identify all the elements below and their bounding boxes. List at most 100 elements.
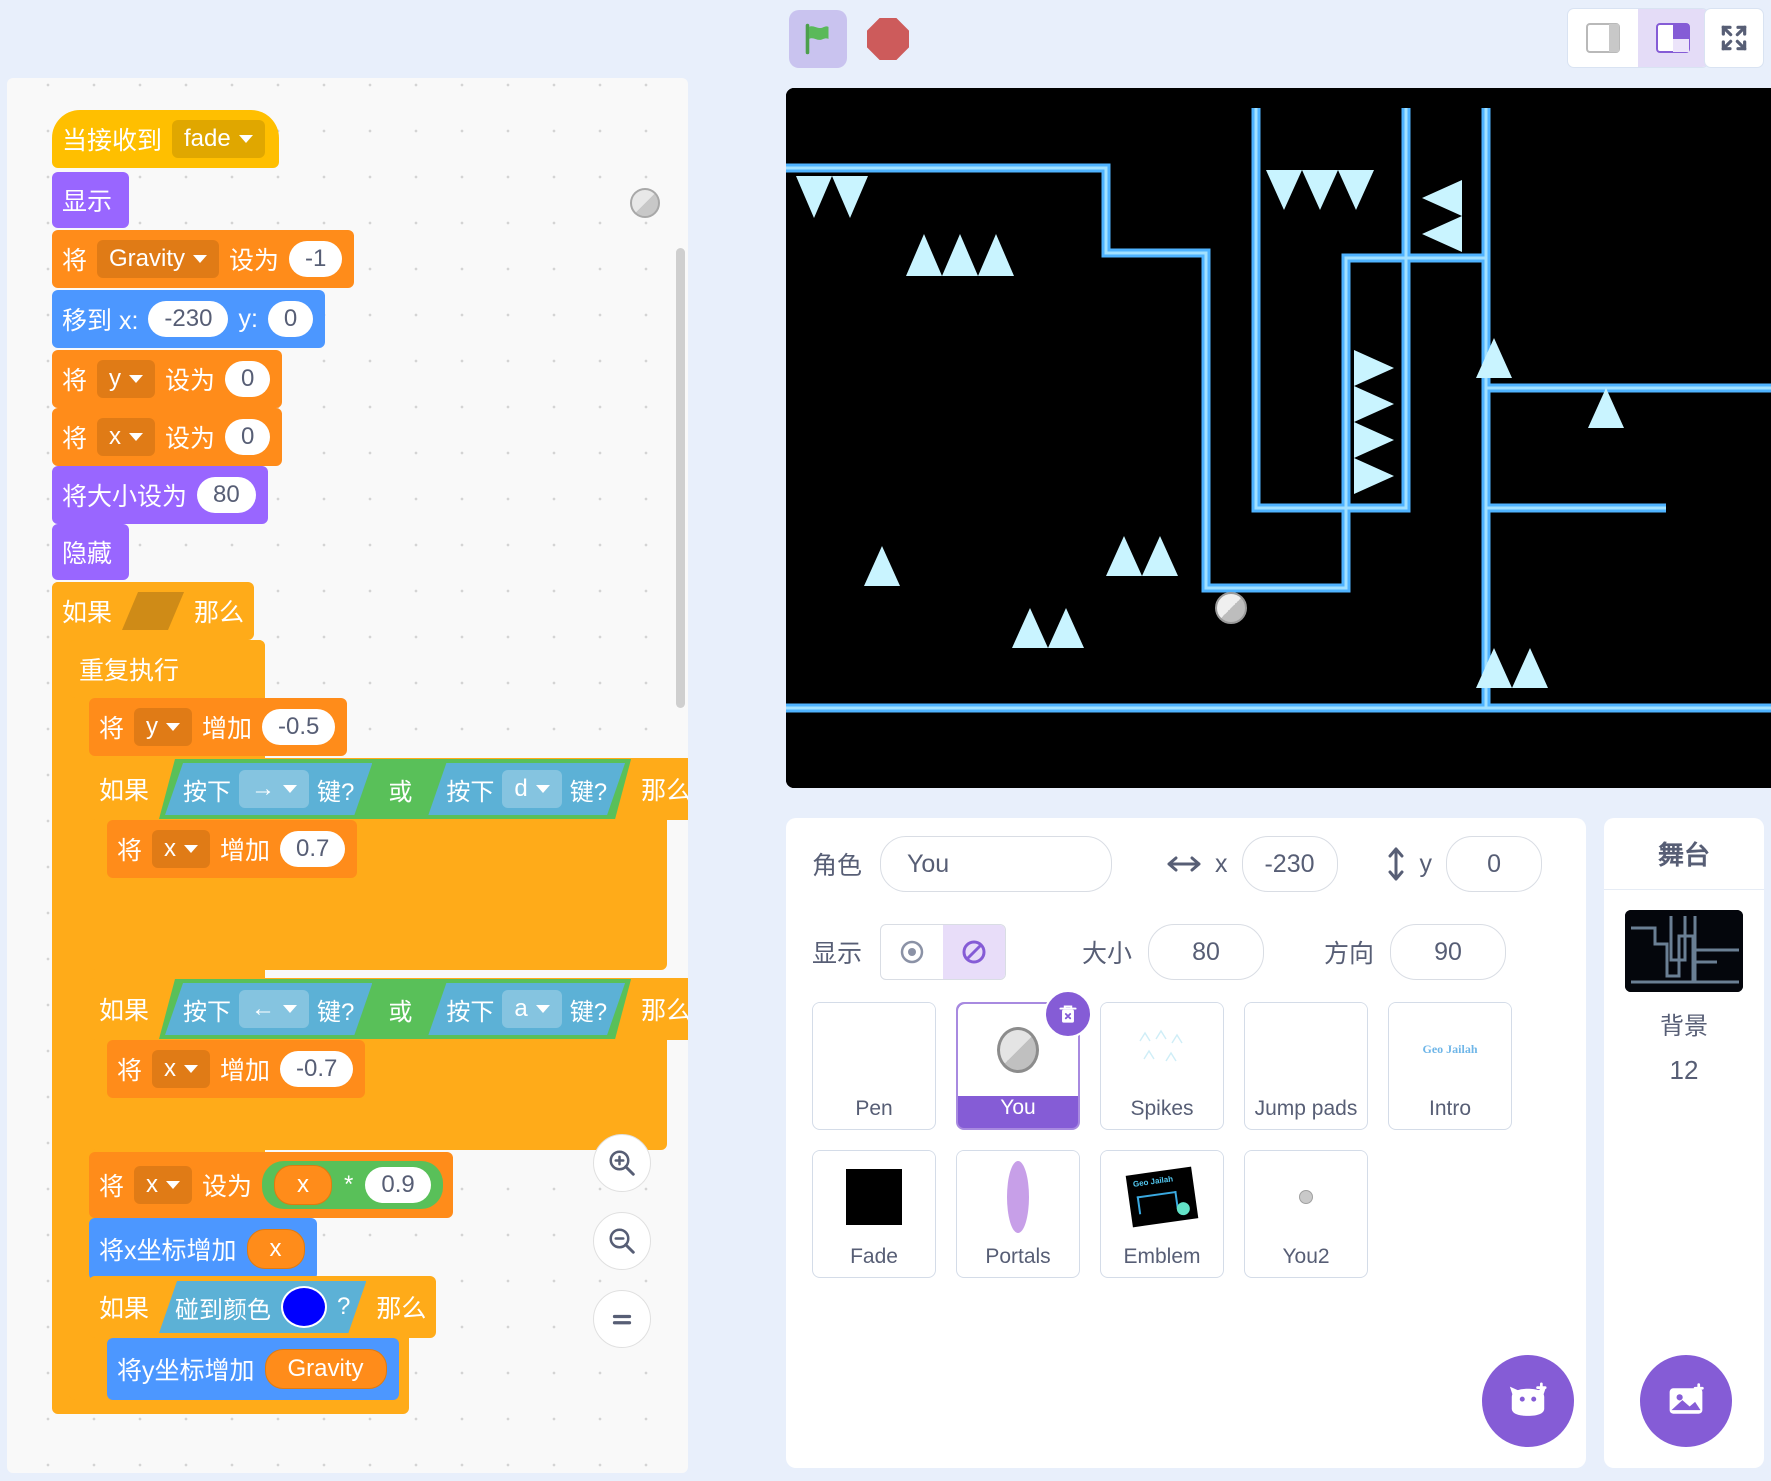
stop-button[interactable] xyxy=(866,17,910,61)
variable-dropdown[interactable]: y xyxy=(97,360,155,398)
or-operator[interactable]: 按下 ← 键? 或 按下 a 键? xyxy=(159,979,631,1039)
sprite-card-fade[interactable]: Fade xyxy=(812,1150,936,1278)
multiply-operator[interactable]: x * 0.9 xyxy=(262,1161,443,1209)
large-stage-layout-button[interactable] xyxy=(1638,9,1708,67)
key-dropdown[interactable]: a xyxy=(502,990,561,1028)
sprite-y-input[interactable]: 0 xyxy=(1446,836,1542,892)
message-dropdown[interactable]: fade xyxy=(172,120,265,158)
color-swatch[interactable] xyxy=(281,1286,327,1328)
sprite-x-input[interactable]: -230 xyxy=(1242,836,1338,892)
y-input[interactable]: 0 xyxy=(268,301,313,337)
sprite-card-portals[interactable]: Portals xyxy=(956,1150,1080,1278)
variable-dropdown[interactable]: x xyxy=(134,1166,192,1204)
variable-dropdown[interactable]: y xyxy=(134,708,192,746)
block-show[interactable]: 显示 xyxy=(52,172,129,228)
block-goto-xy[interactable]: 移到 x: -230 y: 0 xyxy=(52,290,325,348)
sprite-direction-input[interactable]: 90 xyxy=(1390,924,1506,980)
sprite-list: Pen You xyxy=(786,994,1586,1286)
zoom-out-icon xyxy=(607,1226,637,1256)
block-change-x-minus[interactable]: 将 x 增加 -0.7 xyxy=(107,1040,365,1098)
backdrop-thumbnail[interactable] xyxy=(1625,910,1743,992)
show-sprite-button[interactable] xyxy=(881,925,943,979)
value-input[interactable]: 0 xyxy=(225,419,270,455)
block-set-gravity[interactable]: 将 Gravity 设为 -1 xyxy=(52,230,354,288)
x-input[interactable]: -230 xyxy=(148,301,228,337)
fullscreen-button[interactable] xyxy=(1705,9,1763,67)
green-flag-icon xyxy=(800,21,836,57)
add-sprite-button[interactable] xyxy=(1482,1355,1574,1447)
key-dropdown[interactable]: → xyxy=(239,770,309,808)
block-set-size[interactable]: 将大小设为 80 xyxy=(52,466,268,524)
chevron-down-icon xyxy=(166,1181,180,1189)
chevron-down-icon xyxy=(536,1005,550,1013)
block-label: 将大小设为 xyxy=(52,477,197,513)
block-if-left-header[interactable]: 如果 按下 ← 键? 或 按下 a 键? 那么 xyxy=(89,978,688,1040)
block-if-header[interactable]: 如果 那么 xyxy=(52,582,254,640)
block-set-x-multiply[interactable]: 将 x 设为 x * 0.9 xyxy=(89,1152,453,1218)
key-dropdown[interactable]: ← xyxy=(239,990,309,1028)
value-input[interactable]: -1 xyxy=(289,241,342,277)
block-change-y-var[interactable]: 将 y 增加 -0.5 xyxy=(89,698,347,756)
vertical-arrow-icon xyxy=(1386,847,1406,881)
block-if-color-header[interactable]: 如果 碰到颜色 ? 那么 xyxy=(89,1276,436,1338)
stage-display[interactable] xyxy=(786,88,1771,788)
stage-size-toggle-group xyxy=(1568,9,1708,67)
small-stage-layout-button[interactable] xyxy=(1568,9,1638,67)
key-pressed-right[interactable]: 按下 → 键? xyxy=(165,763,372,815)
variable-dropdown[interactable]: Gravity xyxy=(97,240,219,278)
or-operator[interactable]: 按下 → 键? 或 按下 d 键? xyxy=(159,759,631,819)
chevron-down-icon xyxy=(283,785,297,793)
sprite-card-you[interactable]: You xyxy=(956,1002,1080,1130)
key-pressed-left[interactable]: 按下 ← 键? xyxy=(165,983,372,1035)
empty-condition-slot[interactable] xyxy=(122,592,184,630)
green-flag-button[interactable] xyxy=(789,10,847,68)
block-set-y-var[interactable]: 将 y 设为 0 xyxy=(52,350,282,408)
value-input[interactable]: 0 xyxy=(225,361,270,397)
touching-color-condition[interactable]: 碰到颜色 ? xyxy=(159,1281,366,1333)
block-when-receive[interactable]: 当接收到 fade xyxy=(52,110,279,168)
sprite-name-input[interactable]: You xyxy=(880,836,1112,892)
sprite-thumbnail xyxy=(1101,1003,1223,1095)
value-input[interactable]: 0.7 xyxy=(280,831,345,867)
sprite-card-you2[interactable]: You2 xyxy=(1244,1150,1368,1278)
block-forever-header[interactable]: 重复执行 xyxy=(69,640,265,698)
block-change-x-by[interactable]: 将x坐标增加 x xyxy=(89,1218,317,1280)
block-set-x-var[interactable]: 将 x 设为 0 xyxy=(52,408,282,466)
variable-dropdown[interactable]: x xyxy=(152,830,210,868)
sprite-size-input[interactable]: 80 xyxy=(1148,924,1264,980)
variable-x-reporter[interactable]: x xyxy=(274,1165,332,1205)
key-pressed-d[interactable]: 按下 d 键? xyxy=(428,763,625,815)
key-pressed-a[interactable]: 按下 a 键? xyxy=(428,983,625,1035)
trash-icon xyxy=(1055,1001,1081,1027)
sprite-card-intro[interactable]: Geo Jailah Intro xyxy=(1388,1002,1512,1130)
block-hide[interactable]: 隐藏 xyxy=(52,524,129,580)
sprite-card-jump-pads[interactable]: Jump pads xyxy=(1244,1002,1368,1130)
hide-sprite-button[interactable] xyxy=(943,925,1005,979)
variable-dropdown[interactable]: x xyxy=(152,1050,210,1088)
emblem-card-icon: Geo Jailah xyxy=(1126,1167,1199,1228)
stage-panel-body[interactable]: 背景 12 xyxy=(1604,890,1764,1086)
block-change-x-plus[interactable]: 将 x 增加 0.7 xyxy=(107,820,357,878)
block-if-right-header[interactable]: 如果 按下 → 键? 或 按下 d 键? 那么 xyxy=(89,758,688,820)
variable-dropdown[interactable]: x xyxy=(97,418,155,456)
sprite-card-emblem[interactable]: Geo Jailah Emblem xyxy=(1100,1150,1224,1278)
sprite-card-spikes[interactable]: Spikes xyxy=(1100,1002,1224,1130)
chevron-down-icon xyxy=(166,723,180,731)
delete-sprite-button[interactable] xyxy=(1044,990,1092,1038)
sprite-name-label: 角色 xyxy=(812,846,862,882)
block-change-y-by[interactable]: 将y坐标增加 Gravity xyxy=(107,1338,399,1400)
zoom-out-button[interactable] xyxy=(593,1212,651,1270)
zoom-in-button[interactable] xyxy=(593,1134,651,1192)
zoom-reset-button[interactable] xyxy=(593,1290,651,1348)
variable-gravity-reporter[interactable]: Gravity xyxy=(265,1349,387,1389)
key-dropdown[interactable]: d xyxy=(502,770,561,808)
value-input[interactable]: -0.5 xyxy=(262,709,335,745)
workspace-scrollbar[interactable] xyxy=(676,248,685,708)
value-input[interactable]: -0.7 xyxy=(280,1051,353,1087)
variable-x-reporter[interactable]: x xyxy=(247,1229,305,1269)
add-backdrop-button[interactable] xyxy=(1640,1355,1732,1447)
multiplier-input[interactable]: 0.9 xyxy=(365,1167,430,1203)
code-workspace[interactable]: 当接收到 fade 显示 将 Gravity 设为 -1 移到 x: -230 … xyxy=(7,78,688,1473)
sprite-card-pen[interactable]: Pen xyxy=(812,1002,936,1130)
size-input[interactable]: 80 xyxy=(197,477,256,513)
